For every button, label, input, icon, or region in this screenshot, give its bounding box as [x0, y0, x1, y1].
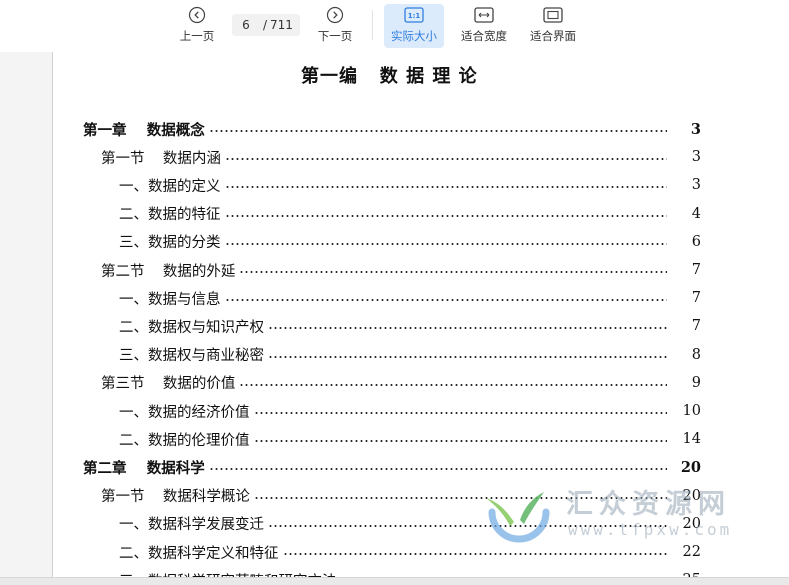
toc-entry-page: 3 — [691, 149, 701, 166]
toc-leader-dots — [239, 383, 667, 386]
toc-entry-label: 三、数据的分类 — [119, 235, 221, 252]
toc-leader-dots — [208, 468, 667, 471]
toc-entry-label: 第二章 数据科学 — [83, 459, 205, 477]
toc-entry-label: 一、数据的经济价值 — [119, 404, 250, 421]
toc-leader-dots — [253, 440, 667, 443]
toc-entry[interactable]: 第一节 数据内涵 3 — [101, 146, 701, 168]
prev-page-button[interactable]: 上一页 — [172, 4, 222, 48]
toc-entry-label: 第三节 数据的价值 — [101, 376, 236, 393]
toc-leader-dots — [224, 214, 667, 217]
watermark-logo — [486, 492, 550, 543]
toc-entry-label: 二、数据的特征 — [119, 207, 221, 224]
toc-leader-dots — [224, 242, 667, 245]
toc-leader-dots — [282, 553, 667, 555]
toc-entry-page: 14 — [682, 431, 701, 448]
toc-entry-page: 9 — [691, 374, 701, 391]
toc-leader-dots — [224, 299, 667, 302]
toolbar-divider — [372, 10, 373, 40]
toc-leader-dots — [253, 412, 667, 414]
toc-entry[interactable]: 一、数据的经济价值 10 — [119, 400, 701, 422]
chevron-right-icon — [326, 4, 344, 26]
toc-entry-label: 第一章 数据概念 — [83, 121, 205, 139]
toc-entry[interactable]: 一、数据与信息 7 — [119, 287, 701, 309]
toc-entry-page: 6 — [691, 233, 701, 250]
toc-leader-dots — [224, 158, 667, 161]
watermark-text: 汇众资源网 — [566, 489, 731, 520]
watermark: 汇众资源网 www.tfpxw.com — [484, 482, 784, 543]
actual-size-button[interactable]: 1:1 实际大小 — [384, 4, 444, 48]
toc-leader-dots — [224, 186, 667, 189]
fit-width-button[interactable]: 适合宽度 — [455, 4, 513, 48]
toc-entry-page: 3 — [691, 177, 701, 194]
current-page-input[interactable]: 6 — [232, 18, 260, 32]
chevron-left-icon — [188, 4, 206, 26]
toc-entry-label: 一、数据与信息 — [119, 291, 221, 308]
toc-entry-label: 第一节 数据科学概论 — [101, 489, 250, 506]
toc-entry-page: 3 — [690, 120, 701, 138]
actual-size-icon: 1:1 — [404, 4, 424, 26]
toc-entry[interactable]: 二、数据科学定义和特征 22 — [119, 541, 701, 563]
toc-entry-label: 第一节 数据内涵 — [101, 150, 221, 167]
toc-entry-label: 三、数据权与商业秘密 — [119, 348, 264, 365]
actual-size-label: 实际大小 — [391, 29, 437, 43]
toc-entry[interactable]: 一、数据的定义 3 — [119, 174, 701, 196]
toc-entry[interactable]: 第一章 数据概念 3 — [83, 118, 701, 140]
toc-entry[interactable]: 二、数据的特征 4 — [119, 203, 701, 225]
toc-entry-page: 7 — [691, 290, 701, 307]
toc-leader-dots — [268, 355, 667, 358]
actual-size-glyph: 1:1 — [408, 12, 421, 20]
fit-width-label: 适合宽度 — [461, 29, 507, 43]
toc-entry-label: 一、数据的定义 — [119, 178, 221, 195]
fit-page-icon — [543, 4, 563, 26]
bottom-scroll-strip[interactable] — [0, 577, 789, 585]
total-pages: 711 — [270, 18, 293, 32]
fit-page-button[interactable]: 适合界面 — [524, 4, 582, 48]
viewer-toolbar: 上一页 6 / 711 下一页 1:1 实际大小 适合宽度 适合界面 — [0, 0, 789, 52]
toc-leader-dots — [239, 271, 667, 273]
toc-entry-label: 第二节 数据的外延 — [101, 263, 236, 280]
toc-entry-label: 二、数据权与知识产权 — [119, 319, 264, 336]
toc-entry-page: 8 — [691, 346, 701, 363]
toc-entry-label: 二、数据科学定义和特征 — [119, 545, 279, 562]
toc-leader-dots — [268, 327, 667, 330]
page-number-box[interactable]: 6 / 711 — [232, 14, 300, 36]
toc-entry-page: 20 — [680, 458, 701, 476]
toc-entry[interactable]: 三、数据权与商业秘密 8 — [119, 344, 701, 366]
toc-entry-page: 7 — [691, 318, 701, 335]
page-separator: / — [262, 18, 268, 32]
toc-entry[interactable]: 第三节 数据的价值 9 — [101, 372, 701, 394]
toc-entry[interactable]: 三、数据的分类 6 — [119, 231, 701, 253]
toc-entry[interactable]: 第二章 数据科学 20 — [83, 456, 701, 478]
section-title: 第一编 数 据 理 论 — [301, 66, 478, 87]
toc-entry[interactable]: 二、数据的伦理价值 14 — [119, 428, 701, 450]
toc-entry[interactable]: 第二节 数据的外延 7 — [101, 259, 701, 281]
toc-entry[interactable]: 二、数据权与知识产权 7 — [119, 315, 701, 337]
next-page-button[interactable]: 下一页 — [310, 4, 360, 48]
watermark-url: www.tfpxw.com — [568, 520, 733, 539]
fit-page-label: 适合界面 — [530, 29, 576, 43]
toc-entry-page: 4 — [691, 205, 701, 222]
prev-page-label: 上一页 — [179, 29, 215, 43]
toc-entry-label: 一、数据科学发展变迁 — [119, 517, 264, 534]
fit-width-icon — [474, 4, 494, 26]
toc-entry-page: 22 — [682, 544, 701, 560]
toc-entry-page: 10 — [682, 403, 701, 419]
next-page-label: 下一页 — [317, 29, 353, 43]
toc-entry-label: 二、数据的伦理价值 — [119, 432, 250, 449]
toc-entry-page: 7 — [691, 262, 701, 278]
toc-leader-dots — [208, 130, 667, 132]
